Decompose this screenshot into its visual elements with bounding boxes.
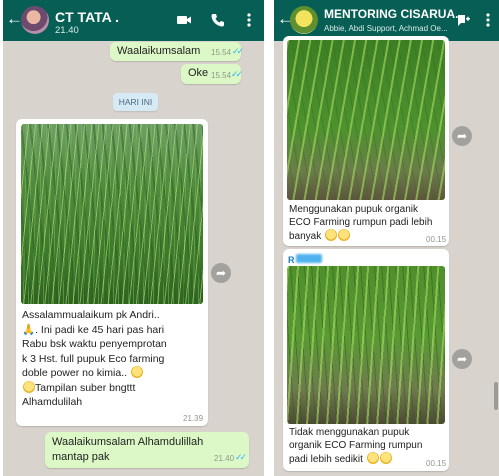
message-caption: Assalammualaikum pk Andri.. 🙏. Ini padi … [22,309,167,408]
message-time: 21.40 [214,454,235,463]
read-ticks-icon: ✓✓ [231,69,243,79]
rice-field-photo[interactable] [287,40,445,200]
outgoing-message[interactable]: Oke 15.54 ✓✓ [181,64,243,84]
outgoing-message[interactable]: Waalaikumsalam Alhamdulillah mantap pak … [45,432,249,468]
rice-field-photo[interactable] [21,124,203,304]
chat-window-ct-tata: ← CT TATA . 21.40 Waalaikumsalam 15.54 ✓… [3,0,264,476]
forward-share-icon[interactable]: ➦ [452,349,472,369]
grinning-emoji-icon [325,229,338,241]
chat-header: ← CT TATA . 21.40 [3,0,264,41]
chat-title[interactable]: MENTORING CISARUA... [324,7,465,21]
incoming-image-message[interactable]: Assalammualaikum pk Andri.. 🙏. Ini padi … [16,119,208,426]
read-ticks-icon: ✓✓ [232,46,244,56]
forward-share-icon[interactable]: ➦ [452,126,472,146]
sunglasses-emoji-icon [130,366,143,378]
message-text: Waalaikumsalam [117,45,201,57]
message-caption: Menggunakan pupuk organik ECO Farming ru… [289,204,433,242]
rice-field-photo[interactable] [287,266,445,424]
last-seen-time: 21.40 [55,25,79,36]
video-call-icon[interactable] [176,12,192,28]
chat-title[interactable]: CT TATA . [55,9,119,25]
grinning-emoji-icon [338,229,351,241]
message-text: Oke [188,67,209,79]
forward-share-icon[interactable]: ➦ [211,263,231,283]
scrollbar-thumb[interactable] [494,382,498,410]
contact-avatar[interactable] [21,6,49,34]
message-text: Waalaikumsalam Alhamdulillah mantap pak [52,436,204,463]
message-time: 21.39 [183,414,204,423]
sender-name[interactable]: R [288,255,295,265]
group-members: Abbie, Abdi Support, Achmad Oe... [324,24,448,33]
message-time: 15.54 [211,71,232,80]
smiling-emoji-icon [23,380,35,393]
phone-call-icon[interactable] [210,12,226,28]
folded-hands-emoji-icon: 🙏 [22,323,36,336]
message-time: 15.54 [211,48,232,57]
add-participant-icon[interactable] [455,12,471,28]
group-avatar[interactable] [290,6,318,34]
message-time: 00.15 [426,235,447,244]
menu-dots-icon[interactable] [241,12,257,28]
chat-window-mentoring-group: ← MENTORING CISARUA... Abbie, Abdi Suppo… [274,0,499,476]
chat-header: ← MENTORING CISARUA... Abbie, Abdi Suppo… [274,0,499,41]
redacted-sender-name [296,254,322,263]
message-time: 00.15 [426,459,447,468]
tongue-emoji-icon [379,452,392,464]
incoming-image-message[interactable]: Menggunakan pupuk organik ECO Farming ru… [283,36,449,246]
date-divider: HARI INI [113,93,158,111]
outgoing-message[interactable]: Waalaikumsalam 15.54 ✓✓ [110,42,244,61]
message-caption: Tidak menggunakan pupuk organik ECO Farm… [289,427,423,465]
menu-dots-icon[interactable] [480,12,496,28]
grinning-emoji-icon [366,452,379,464]
read-ticks-icon: ✓✓ [235,452,247,462]
incoming-image-message[interactable]: Tidak menggunakan pupuk organik ECO Farm… [283,249,449,471]
